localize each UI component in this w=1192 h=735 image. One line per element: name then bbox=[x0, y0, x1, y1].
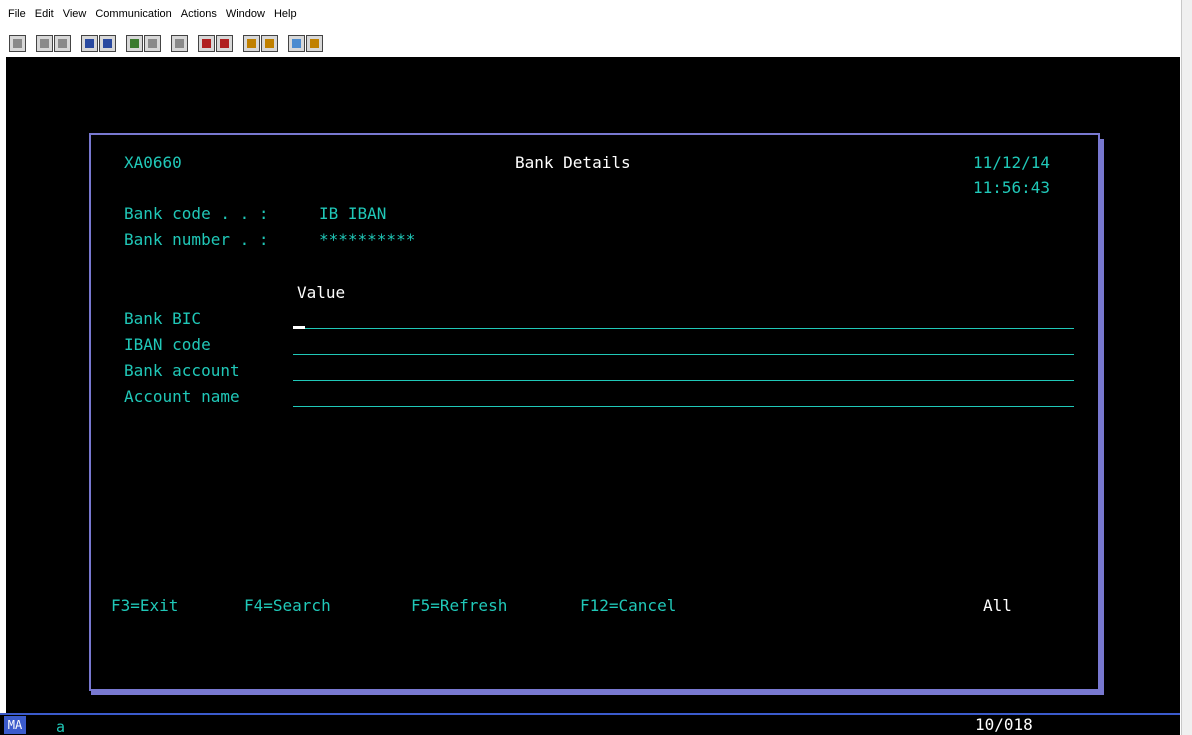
program-id: XA0660 bbox=[124, 153, 182, 172]
iban-code-underline bbox=[293, 354, 1074, 355]
menu-window[interactable]: Window bbox=[226, 8, 265, 20]
text-cursor bbox=[293, 326, 305, 329]
menu-communication[interactable]: Communication bbox=[95, 8, 171, 20]
time-display: 11:56:43 bbox=[973, 178, 1051, 197]
bank-account-label: Bank account bbox=[124, 361, 240, 380]
bank-code-value: IB IBAN bbox=[319, 204, 387, 223]
f12-cancel-key[interactable]: F12=Cancel bbox=[580, 596, 676, 616]
menu-bar: File Edit View Communication Actions Win… bbox=[0, 0, 1192, 28]
iban-code-label: IBAN code bbox=[124, 335, 211, 354]
paste-icon[interactable] bbox=[54, 34, 71, 52]
bank-account-underline bbox=[293, 380, 1074, 381]
send-icon[interactable] bbox=[81, 34, 98, 52]
copy-icon[interactable] bbox=[36, 34, 53, 52]
globe-icon[interactable] bbox=[288, 34, 305, 52]
scope-indicator: All bbox=[983, 596, 1012, 615]
account-name-label: Account name bbox=[124, 387, 240, 406]
mode-indicator: MA bbox=[4, 716, 26, 734]
bank-bic-underline bbox=[293, 328, 1074, 329]
vertical-scrollbar[interactable] bbox=[1181, 0, 1192, 735]
help-icon[interactable] bbox=[306, 34, 323, 52]
f3-exit-key[interactable]: F3=Exit bbox=[111, 596, 178, 616]
date-display: 11/12/14 bbox=[973, 153, 1051, 172]
menu-view[interactable]: View bbox=[63, 8, 87, 20]
download-icon[interactable] bbox=[261, 34, 278, 52]
bank-bic-label: Bank BIC bbox=[124, 309, 202, 328]
account-name-underline bbox=[293, 406, 1074, 407]
display-icon[interactable] bbox=[126, 34, 143, 52]
value-column-header: Value bbox=[297, 283, 346, 302]
menu-file[interactable]: File bbox=[8, 8, 26, 20]
menu-edit[interactable]: Edit bbox=[35, 8, 54, 20]
keypad-icon[interactable] bbox=[144, 34, 161, 52]
toolbar bbox=[0, 32, 1180, 54]
screen-icon[interactable] bbox=[9, 34, 26, 52]
page-title: Bank Details bbox=[515, 153, 631, 172]
f5-refresh-key[interactable]: F5=Refresh bbox=[411, 596, 507, 616]
menu-actions[interactable]: Actions bbox=[181, 8, 217, 20]
bank-number-value: ********** bbox=[319, 230, 416, 249]
bank-code-label: Bank code . . : bbox=[124, 204, 269, 223]
keyboard-indicator: a bbox=[56, 718, 66, 735]
cursor-position: 10/018 bbox=[975, 715, 1033, 734]
status-bar: MA a 10/018 bbox=[0, 713, 1180, 735]
macro-icon[interactable] bbox=[171, 34, 188, 52]
bank-number-label: Bank number . : bbox=[124, 230, 269, 249]
play-icon[interactable] bbox=[216, 34, 233, 52]
record-icon[interactable] bbox=[198, 34, 215, 52]
receive-icon[interactable] bbox=[99, 34, 116, 52]
transfer-icon[interactable] bbox=[243, 34, 260, 52]
f4-search-key[interactable]: F4=Search bbox=[244, 596, 331, 616]
menu-help[interactable]: Help bbox=[274, 8, 297, 20]
